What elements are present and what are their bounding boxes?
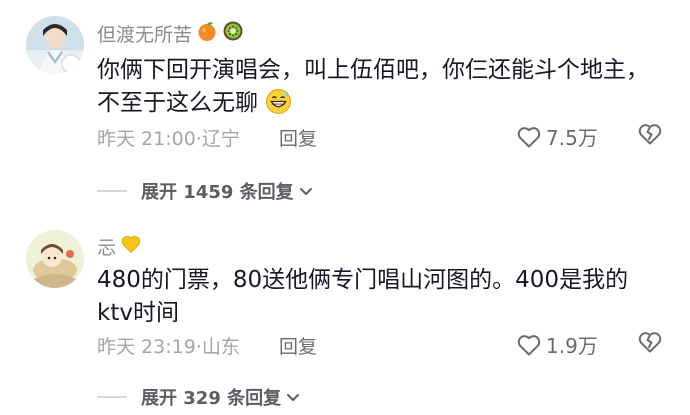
reply-button[interactable]: 回复 [279,124,317,151]
username[interactable]: 忈 [97,233,142,260]
like-count: 7.5万 [546,126,598,150]
grin-sweat-icon [265,88,292,125]
like-button[interactable]: 1.9万 [516,330,598,359]
orange-icon [196,20,218,47]
expand-replies-button[interactable]: 展开 329 条回复 [97,384,301,410]
avatar[interactable] [26,16,84,74]
yellow-heart-icon [120,233,142,260]
heart-icon [517,334,541,355]
avatar[interactable] [26,230,84,288]
expand-replies-button[interactable]: 展开 1459 条回复 [97,178,314,204]
comment-text: 480的门票，80送他俩专门唱山河图的。400是我的ktv时间 [97,264,657,330]
divider-line [97,396,127,398]
expand-replies-label[interactable]: 展开 1459 条回复 [141,178,294,204]
username-text[interactable]: 忈 [97,233,116,260]
comment-time-location: 昨天 23:19·山东 [97,336,240,358]
comment-text-body: 480的门票，80送他俩专门唱山河图的。400是我的ktv时间 [97,267,629,326]
kiwi-icon [222,20,244,47]
like-count: 1.9万 [546,334,598,358]
expand-replies-label[interactable]: 展开 329 条回复 [141,384,281,410]
reply-button[interactable]: 回复 [279,332,317,359]
comment-text-body: 你俩下回开演唱会，叫上伍佰吧，你仨还能斗个地主，不至于这么无聊 [97,57,649,116]
broken-heart-icon [638,124,662,145]
heart-icon [517,126,541,147]
dislike-button[interactable] [637,122,663,150]
comment-time-location: 昨天 21:00·辽宁 [97,128,240,150]
like-button[interactable]: 7.5万 [516,122,598,151]
comment-text: 你俩下回开演唱会，叫上伍佰吧，你仨还能斗个地主，不至于这么无聊 [97,54,657,125]
username[interactable]: 但渡无所苦 [97,20,244,47]
dislike-button[interactable] [637,330,663,358]
divider-line [97,190,127,192]
broken-heart-icon [638,332,662,353]
username-text[interactable]: 但渡无所苦 [97,20,192,47]
chevron-down-icon [299,188,312,195]
chevron-down-icon [287,394,300,401]
